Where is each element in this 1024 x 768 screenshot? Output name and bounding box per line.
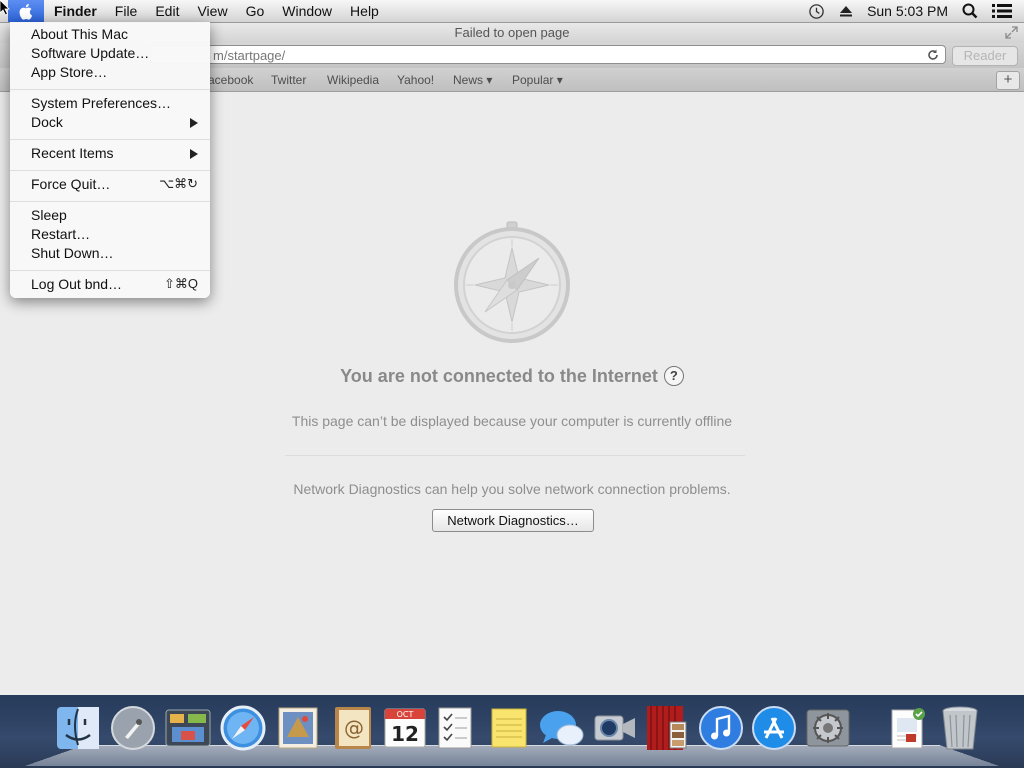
app-store-icon[interactable] bbox=[749, 703, 799, 753]
menu-window[interactable]: Window bbox=[273, 0, 341, 22]
bookmark-facebook[interactable]: acebook bbox=[208, 73, 253, 87]
itunes-icon[interactable] bbox=[696, 703, 746, 753]
calendar-icon[interactable]: OCT 12 bbox=[380, 703, 430, 753]
menu-item-about-this-mac[interactable]: About This Mac bbox=[31, 25, 128, 44]
menu-item-force-quit[interactable]: Force Quit… bbox=[31, 175, 110, 194]
mission-control-icon[interactable] bbox=[163, 703, 213, 753]
safari-compass-icon bbox=[454, 221, 570, 343]
eject-icon[interactable] bbox=[839, 4, 853, 18]
menu-finder[interactable]: Finder bbox=[44, 0, 106, 22]
error-description: This page can’t be displayed because you… bbox=[291, 413, 733, 429]
divider bbox=[285, 455, 745, 456]
contacts-icon[interactable]: @ bbox=[328, 703, 378, 753]
finder-icon[interactable] bbox=[53, 703, 103, 753]
apple-menu-dropdown: About This Mac Software Update… App Stor… bbox=[10, 22, 210, 298]
safari-icon[interactable] bbox=[218, 703, 268, 753]
menu-separator bbox=[10, 139, 210, 140]
network-diagnostics-button[interactable]: Network Diagnostics… bbox=[432, 509, 594, 532]
menu-item-app-store[interactable]: App Store… bbox=[31, 63, 107, 82]
bookmark-wikipedia[interactable]: Wikipedia bbox=[327, 73, 379, 87]
bookmark-twitter[interactable]: Twitter bbox=[271, 73, 306, 87]
menu-help[interactable]: Help bbox=[341, 0, 388, 22]
menu-separator bbox=[10, 270, 210, 271]
photo-booth-icon[interactable] bbox=[642, 703, 692, 753]
error-heading: You are not connected to the Internet? bbox=[0, 366, 1024, 387]
menu-item-log-out[interactable]: Log Out bnd… bbox=[31, 275, 122, 294]
status-area: Sun 5:03 PM bbox=[808, 3, 1024, 20]
preview-document-icon[interactable] bbox=[883, 703, 933, 753]
submenu-arrow-icon bbox=[190, 118, 198, 128]
bookmark-yahoo[interactable]: Yahoo! bbox=[397, 73, 434, 87]
menu-file[interactable]: File bbox=[106, 0, 147, 22]
spotlight-icon[interactable] bbox=[962, 3, 978, 19]
bookmark-news-folder[interactable]: News ▾ bbox=[453, 73, 492, 87]
notes-icon[interactable] bbox=[484, 703, 534, 753]
menu-item-restart[interactable]: Restart… bbox=[31, 225, 90, 244]
facetime-icon[interactable] bbox=[590, 703, 640, 753]
calendar-month: OCT bbox=[397, 710, 414, 719]
trash-icon[interactable] bbox=[935, 703, 985, 753]
menu-item-dock-label: Dock bbox=[31, 114, 63, 130]
svg-text:@: @ bbox=[344, 716, 364, 740]
fullscreen-icon[interactable] bbox=[1005, 26, 1018, 39]
bookmark-popular-folder[interactable]: Popular ▾ bbox=[512, 73, 563, 87]
menu-item-shut-down[interactable]: Shut Down… bbox=[31, 244, 113, 263]
window-title: Failed to open page bbox=[454, 25, 570, 40]
menu-separator bbox=[10, 170, 210, 171]
address-bar[interactable]: m/startpage/ bbox=[150, 45, 946, 64]
new-tab-button[interactable]: + bbox=[996, 71, 1020, 90]
menu-edit[interactable]: Edit bbox=[146, 0, 188, 22]
calendar-day: 12 bbox=[391, 722, 419, 746]
launchpad-icon[interactable] bbox=[108, 703, 158, 753]
menu-go[interactable]: Go bbox=[237, 0, 274, 22]
menu-item-system-preferences[interactable]: System Preferences… bbox=[31, 94, 171, 113]
apple-menu-button[interactable] bbox=[8, 0, 44, 22]
time-machine-icon[interactable] bbox=[808, 3, 825, 20]
dock: @ OCT 12 bbox=[0, 695, 1024, 768]
menu-item-dock[interactable]: Dock bbox=[31, 113, 201, 132]
diagnostics-description: Network Diagnostics can help you solve n… bbox=[293, 481, 731, 497]
log-out-shortcut: ⇧⌘Q bbox=[163, 276, 198, 291]
mail-icon[interactable] bbox=[273, 703, 323, 753]
menu-item-recent-items[interactable]: Recent Items bbox=[31, 144, 113, 163]
messages-icon[interactable] bbox=[537, 703, 587, 753]
address-text: m/startpage/ bbox=[213, 48, 286, 63]
reload-icon[interactable] bbox=[927, 49, 939, 61]
menu-separator bbox=[10, 201, 210, 202]
menu-bar: Finder File Edit View Go Window Help Sun… bbox=[0, 0, 1024, 23]
submenu-arrow-icon bbox=[190, 149, 198, 159]
menu-item-sleep[interactable]: Sleep bbox=[31, 206, 67, 225]
mouse-cursor-icon bbox=[0, 0, 10, 16]
reader-button[interactable]: Reader bbox=[952, 46, 1018, 66]
menubar-clock[interactable]: Sun 5:03 PM bbox=[867, 3, 948, 19]
menu-view[interactable]: View bbox=[188, 0, 236, 22]
menu-separator bbox=[10, 89, 210, 90]
help-button[interactable]: ? bbox=[663, 366, 684, 386]
menu-item-software-update[interactable]: Software Update… bbox=[31, 44, 149, 63]
error-title-text: You are not connected to the Internet bbox=[340, 366, 658, 386]
force-quit-shortcut: ⌥⌘↻ bbox=[159, 176, 198, 191]
apple-icon bbox=[19, 3, 32, 20]
reminders-icon[interactable] bbox=[430, 703, 480, 753]
list-icon[interactable] bbox=[992, 3, 1012, 19]
system-preferences-icon[interactable] bbox=[803, 703, 853, 753]
